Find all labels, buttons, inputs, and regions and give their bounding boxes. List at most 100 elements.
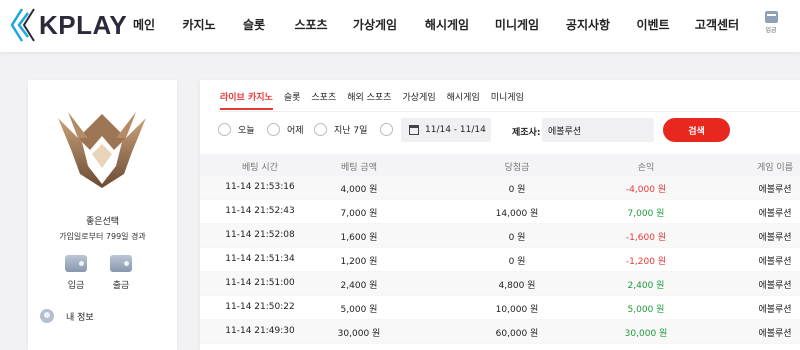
- table-header: 베팅 시간 베팅 금액 당첨금 손익 게임 이름: [200, 154, 800, 176]
- header-bet-amount: 베팅 금액: [341, 163, 377, 173]
- withdraw-label: 출금: [112, 281, 130, 291]
- deposit-label: 입금: [67, 281, 85, 291]
- bet-time-cell: 11-14 21:53:16: [225, 182, 295, 192]
- winnings-cell: 0 원: [508, 233, 526, 243]
- profit-loss-cell: -1,200 원: [625, 257, 667, 267]
- filter-bar: 오늘 어제 지난 7일 11/14 - 11/14 제조사: 검색: [200, 118, 800, 146]
- header-deposit-button[interactable]: 입금: [762, 11, 780, 34]
- table-row: 11-14 21:53:16 4,000 원 0 원 -4,000 원 에볼루션: [200, 176, 800, 200]
- provider-input[interactable]: [542, 118, 654, 142]
- wallet-icon: [65, 255, 87, 272]
- user-nickname: 좋은선택: [85, 217, 120, 227]
- table-row: 11-14 21:50:22 5,000 원 10,000 원 5,000 원 에볼루션: [200, 296, 800, 320]
- nav-item[interactable]: 해시게임: [425, 16, 469, 33]
- game-name-cell: 에볼루션: [758, 233, 792, 243]
- nav-item[interactable]: 카지노: [182, 16, 215, 33]
- tab-item[interactable]: 미니게임: [491, 90, 524, 110]
- tab-item[interactable]: 라이브 카지노: [220, 90, 273, 110]
- winnings-cell: 14,000 원: [495, 209, 539, 219]
- game-name-cell: 에볼루션: [758, 281, 792, 291]
- table-row: 11-14 21:52:08 1,600 원 0 원 -1,600 원 에볼루션: [200, 224, 800, 248]
- nav-item[interactable]: 가상게임: [353, 16, 397, 33]
- winnings-cell: 0 원: [508, 257, 526, 267]
- provider-label: 제조사:: [512, 128, 541, 138]
- wallet-icon: [110, 255, 132, 272]
- radio-circle: [267, 123, 280, 136]
- withdraw-button[interactable]: 출금: [106, 255, 136, 291]
- search-button[interactable]: 검색: [663, 118, 730, 142]
- date-range-text: 11/14 - 11/14: [425, 125, 486, 135]
- user-icon: [40, 309, 54, 323]
- profit-loss-cell: 5,000 원: [627, 305, 665, 315]
- nav-item[interactable]: 메인: [133, 16, 155, 33]
- radio-circle: [314, 123, 327, 136]
- user-panel: 좋은선택 가입일로부터 799일 경과 입금 출금 내 정보: [28, 80, 177, 350]
- main-nav: 메인 카지노 슬롯 스포츠 가상게임 해시게임 미니게임 공지사항 이벤트 고객센터: [0, 0, 800, 52]
- tab-item[interactable]: 슬롯: [284, 90, 301, 110]
- radio-circle: [218, 123, 231, 136]
- bet-time-cell: 11-14 21:49:30: [225, 326, 295, 336]
- game-name-cell: 에볼루션: [758, 257, 792, 267]
- tab-item[interactable]: 해시게임: [447, 90, 480, 110]
- table-row: 11-14 21:51:34 1,200 원 0 원 -1,200 원 에볼루션: [200, 248, 800, 272]
- radio-last7-label: 지난 7일: [334, 126, 368, 136]
- header-profit-loss: 손익: [637, 163, 655, 173]
- bet-amount-cell: 5,000 원: [340, 305, 378, 315]
- nav-item[interactable]: 고객센터: [695, 16, 739, 33]
- nav-item[interactable]: 스포츠: [294, 16, 327, 33]
- table-row: 11-14 21:52:43 7,000 원 14,000 원 7,000 원 에볼루션: [200, 200, 800, 224]
- radio-last7[interactable]: 지난 7일: [314, 123, 367, 136]
- profit-loss-cell: -1,600 원: [625, 233, 667, 243]
- game-name-cell: 에볼루션: [758, 305, 792, 315]
- nav-item[interactable]: 이벤트: [636, 16, 669, 33]
- radio-today-label: 오늘: [238, 126, 255, 136]
- deposit-button[interactable]: 입금: [61, 255, 91, 291]
- tab-item[interactable]: 스포츠: [311, 90, 336, 110]
- radio-today[interactable]: 오늘: [218, 123, 255, 136]
- bet-time-cell: 11-14 21:50:22: [225, 302, 295, 312]
- winnings-cell: 4,800 원: [498, 281, 536, 291]
- betting-history-panel: 라이브 카지노 슬롯 스포츠 해외 스포츠 가상게임 해시게임 미니게임 오늘 어제 지난 …: [200, 80, 800, 350]
- radio-custom[interactable]: [380, 123, 393, 136]
- bet-amount-cell: 4,000 원: [340, 185, 378, 195]
- rank-emblem-icon: [58, 112, 146, 188]
- bet-time-cell: 11-14 21:51:34: [225, 254, 295, 264]
- member-days: 가입일로부터 799일 경과: [59, 232, 146, 241]
- game-tabs: 라이브 카지노 슬롯 스포츠 해외 스포츠 가상게임 해시게임 미니게임: [220, 90, 535, 110]
- winnings-cell: 0 원: [508, 185, 526, 195]
- nav-item[interactable]: 슬롯: [243, 16, 265, 33]
- date-range-picker[interactable]: 11/14 - 11/14: [401, 118, 491, 142]
- profit-loss-cell: 7,000 원: [627, 209, 665, 219]
- bet-time-cell: 11-14 21:51:00: [225, 278, 295, 288]
- table-row: 11-14 21:51:00 2,400 원 4,800 원 2,400 원 에볼루션: [200, 272, 800, 296]
- nav-item[interactable]: 공지사항: [566, 16, 610, 33]
- radio-yesterday-label: 어제: [287, 126, 304, 136]
- profit-loss-cell: -4,000 원: [625, 185, 667, 195]
- table-body: 11-14 21:53:16 4,000 원0 원 -4,000 원 에볼루션 11-1…: [200, 176, 800, 344]
- radio-circle: [380, 123, 393, 136]
- bet-amount-cell: 1,200 원: [340, 257, 378, 267]
- my-info-link[interactable]: 내 정보: [40, 309, 94, 323]
- tab-divider: [218, 111, 800, 112]
- wallet-icon: [764, 11, 778, 23]
- winnings-cell: 10,000 원: [495, 305, 539, 315]
- header-bet-time: 베팅 시간: [242, 163, 278, 173]
- top-header: KPLAY 메인 카지노 슬롯 스포츠 가상게임 해시게임 미니게임 공지사항 이벤트 고객센터 …: [0, 0, 800, 52]
- table-row: 11-14 21:49:30 30,000 원 60,000 원 30,000 원 에볼…: [200, 320, 800, 344]
- bet-time-cell: 11-14 21:52:08: [225, 230, 295, 240]
- header-winnings: 당첨금: [504, 163, 530, 173]
- bet-amount-cell: 7,000 원: [340, 209, 378, 219]
- header-deposit-label: 입금: [765, 27, 777, 34]
- tab-item[interactable]: 가상게임: [403, 90, 436, 110]
- bet-amount-cell: 1,600 원: [340, 233, 378, 243]
- my-info-label: 내 정보: [66, 312, 94, 323]
- profit-loss-cell: 2,400 원: [627, 281, 665, 291]
- nav-item[interactable]: 미니게임: [495, 16, 539, 33]
- tab-item[interactable]: 해외 스포츠: [347, 90, 391, 110]
- bet-amount-cell: 2,400 원: [340, 281, 378, 291]
- game-name-cell: 에볼루션: [758, 185, 792, 195]
- radio-yesterday[interactable]: 어제: [267, 123, 304, 136]
- calendar-icon: [409, 125, 419, 135]
- bet-time-cell: 11-14 21:52:43: [225, 206, 295, 216]
- game-name-cell: 에볼루션: [758, 209, 792, 219]
